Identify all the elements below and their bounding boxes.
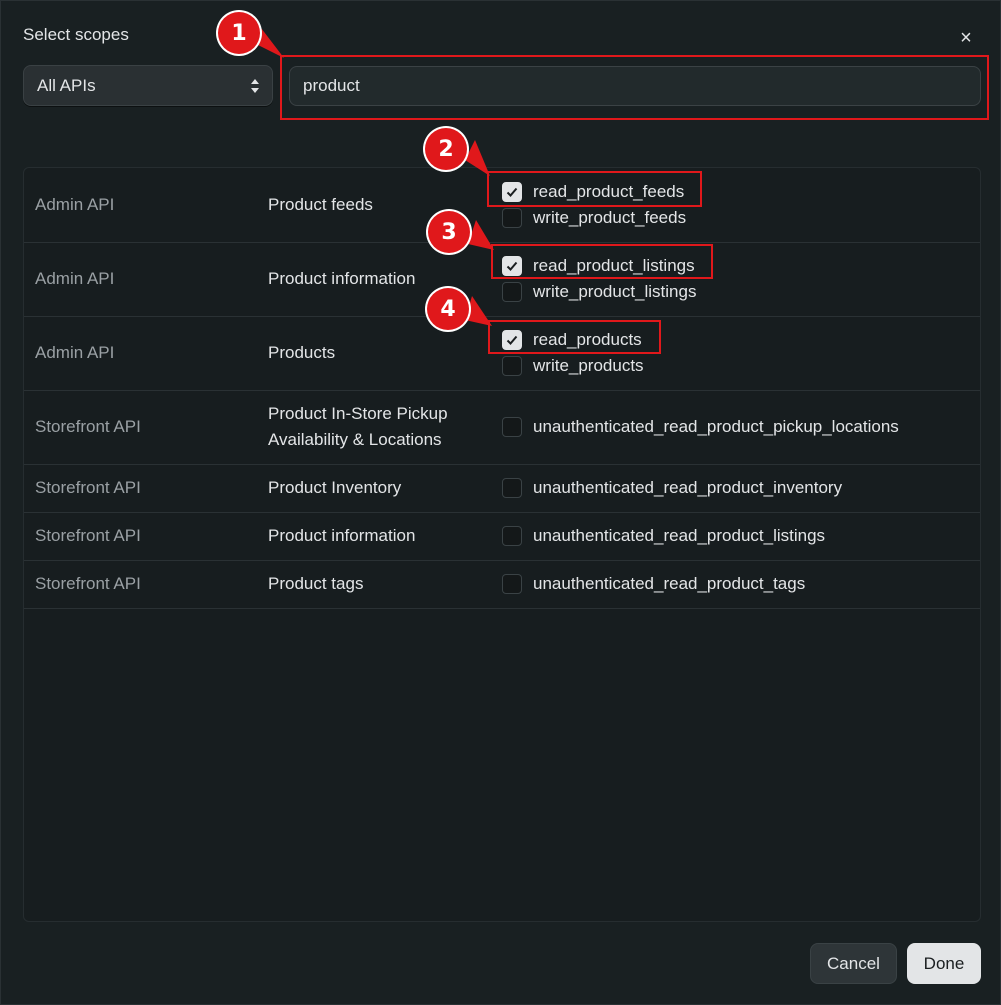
resource-cell: Products: [268, 343, 336, 362]
checkbox[interactable]: [502, 526, 522, 546]
done-button[interactable]: Done: [907, 943, 981, 984]
scope-label: read_product_feeds: [533, 182, 685, 201]
table-row: Admin API Products read_products write_p…: [24, 317, 980, 391]
annotation-badge: 1: [218, 12, 260, 54]
resource-cell: Product information: [268, 269, 416, 288]
scope-label: unauthenticated_read_product_listings: [533, 526, 826, 545]
scope-search-input[interactable]: [289, 66, 981, 106]
annotation-badge: 3: [428, 211, 470, 253]
dialog-title: Select scopes: [23, 25, 129, 44]
select-arrows-icon: [251, 79, 259, 93]
resource-cell: Product In-Store Pickup Availability & L…: [268, 401, 448, 453]
annotation-badge: 4: [427, 288, 469, 330]
checkbox[interactable]: [502, 478, 522, 498]
checkbox[interactable]: [502, 208, 522, 228]
resource-cell: Product Inventory: [268, 478, 402, 497]
checkbox[interactable]: [502, 574, 522, 594]
resource-line: Product In-Store Pickup: [268, 404, 448, 423]
scope-label: read_product_listings: [533, 256, 695, 275]
scope-label: unauthenticated_read_product_pickup_loca…: [533, 417, 899, 436]
table-row: Admin API Product information read_produ…: [24, 243, 980, 317]
table-row: Storefront API Product information unaut…: [24, 513, 980, 561]
scope-label: unauthenticated_read_product_tags: [533, 574, 806, 593]
api-cell: Storefront API: [35, 526, 141, 545]
scope-label: write_product_listings: [533, 282, 697, 301]
scopes-table: Admin API Product feeds read_product_fee…: [23, 167, 981, 922]
scope-checkbox-row[interactable]: unauthenticated_read_product_tags: [502, 571, 805, 597]
close-icon: ×: [960, 26, 972, 49]
api-filter-value: All APIs: [37, 75, 96, 95]
api-cell: Admin API: [35, 343, 115, 362]
scope-label: read_products: [533, 330, 642, 349]
checkbox[interactable]: [502, 356, 522, 376]
resource-cell: Product information: [268, 526, 416, 545]
table-row: Storefront API Product Inventory unauthe…: [24, 465, 980, 513]
api-cell: Storefront API: [35, 574, 141, 593]
checkbox[interactable]: [502, 256, 522, 276]
checkbox[interactable]: [502, 330, 522, 350]
scope-checkbox-row[interactable]: write_product_listings: [502, 279, 696, 305]
api-cell: Admin API: [35, 269, 115, 288]
resource-cell: Product tags: [268, 574, 364, 593]
check-icon: [506, 261, 518, 271]
check-icon: [506, 187, 518, 197]
checkbox[interactable]: [502, 282, 522, 302]
scope-label: write_product_feeds: [533, 208, 687, 227]
api-filter-select[interactable]: All APIs: [23, 65, 273, 106]
scope-checkbox-row[interactable]: read_products: [502, 327, 642, 353]
api-cell: Storefront API: [35, 417, 141, 436]
scope-checkbox-row[interactable]: unauthenticated_read_product_listings: [502, 523, 825, 549]
resource-line: Availability & Locations: [268, 430, 442, 449]
checkbox[interactable]: [502, 182, 522, 202]
table-row: Storefront API Product tags unauthentica…: [24, 561, 980, 609]
resource-cell: Product feeds: [268, 195, 373, 214]
api-cell: Admin API: [35, 195, 115, 214]
scope-checkbox-row[interactable]: unauthenticated_read_product_pickup_loca…: [502, 414, 899, 440]
checkbox[interactable]: [502, 417, 522, 437]
scope-checkbox-row[interactable]: write_product_feeds: [502, 205, 686, 231]
scope-checkbox-row[interactable]: write_products: [502, 353, 644, 379]
scope-checkbox-row[interactable]: unauthenticated_read_product_inventory: [502, 475, 842, 501]
scope-checkbox-row[interactable]: read_product_feeds: [502, 179, 684, 205]
table-row: Storefront API Product In-Store Pickup A…: [24, 391, 980, 465]
scope-label: unauthenticated_read_product_inventory: [533, 478, 843, 497]
table-row: Admin API Product feeds read_product_fee…: [24, 168, 980, 243]
check-icon: [506, 335, 518, 345]
api-cell: Storefront API: [35, 478, 141, 497]
scope-label: write_products: [533, 356, 644, 375]
close-button[interactable]: ×: [953, 25, 979, 51]
scope-checkbox-row[interactable]: read_product_listings: [502, 253, 695, 279]
cancel-button[interactable]: Cancel: [810, 943, 897, 984]
annotation-badge: 2: [425, 128, 467, 170]
select-scopes-dialog: Select scopes × All APIs Admin API Produ…: [0, 0, 1001, 1005]
